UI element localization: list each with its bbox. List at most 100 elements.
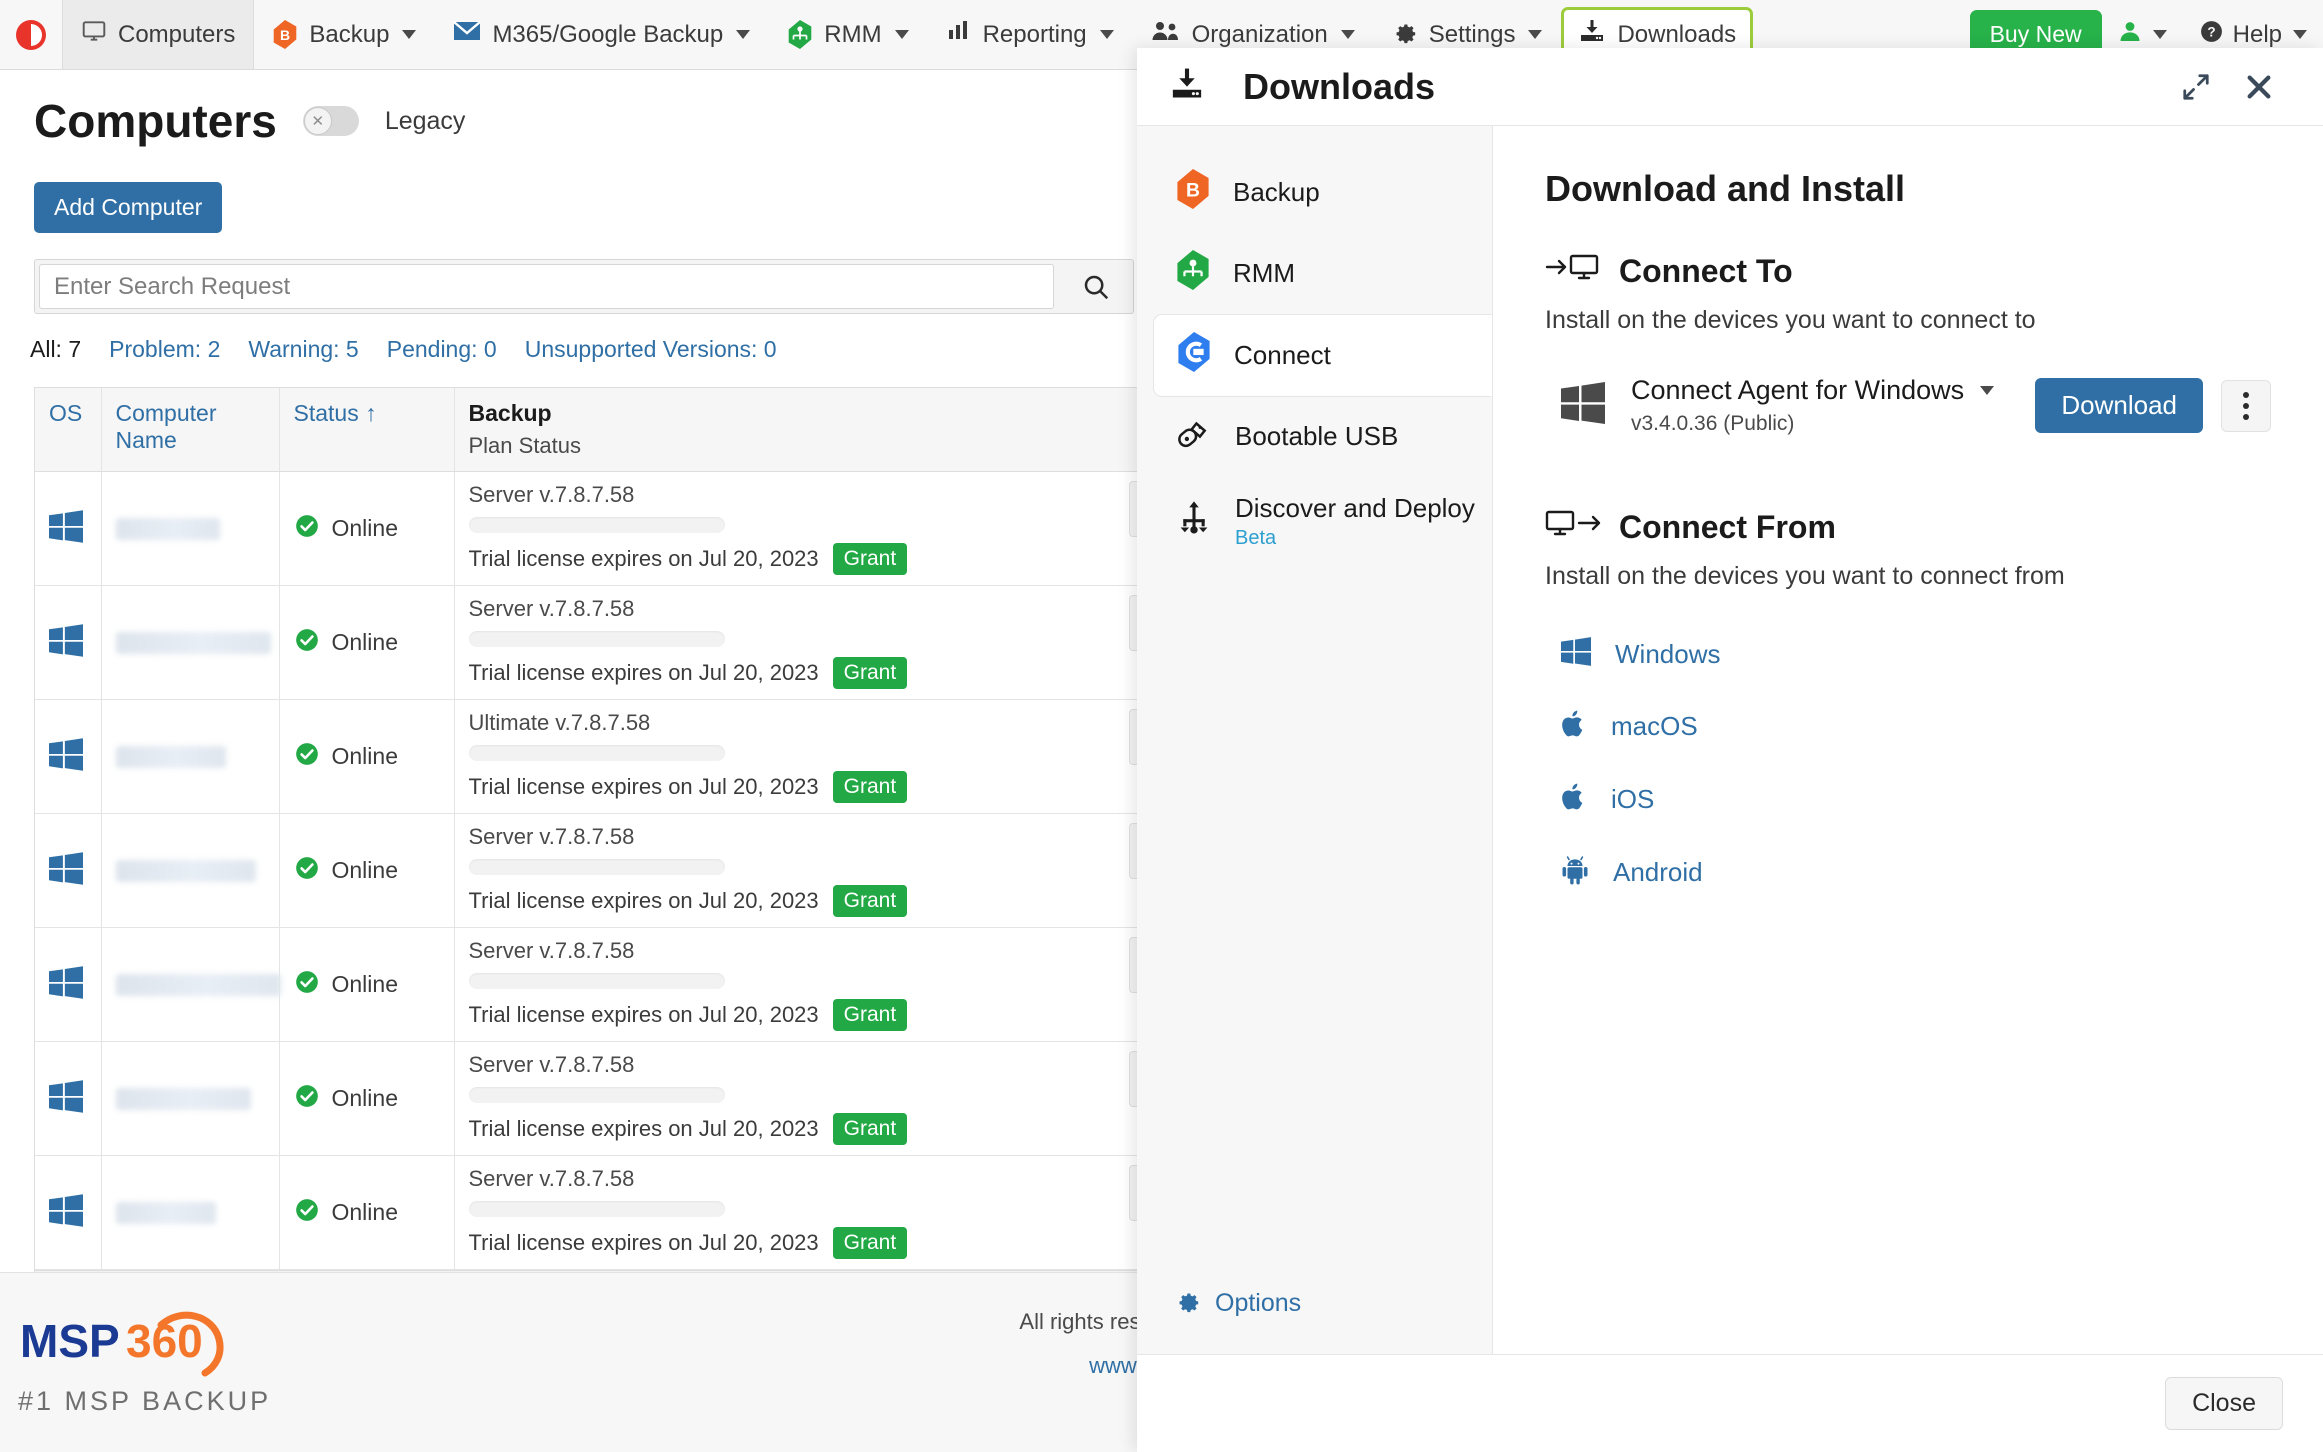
connect-agent-version: v3.4.0.36 (Public) [1631, 412, 1795, 435]
grant-button[interactable]: Grant [832, 885, 908, 917]
status-label: Online [331, 743, 398, 769]
table-row[interactable]: Online Server v.7.8.7.58 Trial license exp… [35, 1155, 1151, 1270]
svg-text:B: B [1186, 181, 1200, 202]
computer-name-redacted [115, 631, 271, 654]
table-row[interactable]: Online Server v.7.8.7.58 Trial license exp… [35, 1041, 1151, 1156]
cell-computer-name[interactable] [101, 699, 280, 814]
cell-os [35, 699, 102, 814]
apple-icon [1561, 782, 1587, 817]
search-icon[interactable] [1058, 260, 1133, 313]
close-icon[interactable] [2227, 71, 2291, 103]
nav-item-computers[interactable]: Computers [62, 0, 255, 69]
column-header-os[interactable]: OS [35, 388, 102, 472]
status-label: Online [331, 857, 398, 883]
column-label: OS [49, 400, 83, 426]
footer-tagline: #1 MSP BACKUP [18, 1385, 272, 1416]
msp360-logo: MSP 360 [16, 1309, 271, 1382]
windows-icon [49, 1079, 83, 1117]
filter-all[interactable]: All: 7 [30, 336, 81, 363]
search-input[interactable]: Enter Search Request [39, 264, 1054, 309]
filter-unsupported-versions[interactable]: Unsupported Versions: 0 [525, 336, 777, 363]
license-expiry-text: Trial license expires on Jul 20, 2023 [468, 774, 819, 799]
table-row[interactable]: Online Ultimate v.7.8.7.58 Trial license e… [35, 699, 1151, 814]
filter-pending[interactable]: Pending: 0 [387, 336, 497, 363]
grant-button[interactable]: Grant [832, 999, 908, 1031]
msp360-mark-icon[interactable] [0, 0, 62, 69]
column-header-computer-name[interactable]: Computer Name [101, 388, 280, 472]
connect-to-description: Install on the devices you want to conne… [1545, 306, 2036, 334]
apple-icon [1561, 709, 1587, 744]
downloads-panel: Downloads B Backup RMM Connect Bootable … [1137, 48, 2323, 1452]
cell-computer-name[interactable] [101, 1155, 280, 1270]
grant-button[interactable]: Grant [832, 1113, 908, 1145]
sidebar-item-label: Discover and Deploy [1235, 493, 1475, 523]
license-expiry-text: Trial license expires on Jul 20, 2023 [468, 888, 819, 913]
downloads-panel-body: B Backup RMM Connect Bootable USB Discov… [1137, 126, 2323, 1354]
legacy-toggle-label: Legacy [384, 106, 466, 135]
close-button[interactable]: Close [2165, 1377, 2283, 1430]
nav-item-reporting[interactable]: Reporting [928, 0, 1133, 69]
kebab-menu-icon[interactable] [2221, 379, 2271, 432]
caret-down-icon[interactable] [1980, 386, 1995, 395]
filter-problem[interactable]: Problem: 2 [109, 336, 220, 363]
add-computer-button[interactable]: Add Computer [34, 182, 223, 233]
legacy-toggle[interactable]: ✕ [302, 106, 359, 136]
sidebar-item-rmm[interactable]: RMM [1137, 233, 1492, 314]
nav-label: Downloads [1617, 20, 1737, 48]
grant-button[interactable]: Grant [832, 657, 908, 689]
cell-os [35, 813, 102, 928]
downloads-options-link[interactable]: Options [1137, 1261, 1492, 1354]
column-header-status[interactable]: Status ↑ [279, 388, 455, 472]
sidebar-item-label: RMM [1233, 258, 1296, 288]
backup-progress-bar [468, 517, 725, 533]
nav-item-backup[interactable]: B Backup [254, 0, 435, 69]
nav-item-rmm[interactable]: RMM [769, 0, 927, 69]
sidebar-item-connect[interactable]: Connect [1153, 314, 1492, 397]
chevron-down-icon [1340, 30, 1355, 39]
cell-backup: Server v.7.8.7.58 Trial license expires o… [454, 1041, 1151, 1156]
chevron-down-icon [2152, 30, 2167, 39]
filter-warning[interactable]: Warning: 5 [248, 336, 358, 363]
grant-button[interactable]: Grant [832, 543, 908, 575]
monitor-to-arrow-icon [1545, 506, 1607, 548]
expand-diagonal-icon[interactable] [2165, 72, 2227, 102]
platform-label: Windows [1615, 638, 1721, 669]
license-expiry-text: Trial license expires on Jul 20, 2023 [468, 1002, 819, 1027]
rmm-hex-icon [1175, 250, 1211, 297]
grant-button[interactable]: Grant [832, 1227, 908, 1259]
connect-from-label: Connect From [1619, 508, 1836, 545]
cell-computer-name[interactable] [101, 927, 281, 1042]
cell-computer-name[interactable] [101, 1041, 280, 1156]
footer-site-link[interactable]: www.m [860, 1353, 1160, 1379]
cell-status: Online [279, 1041, 455, 1156]
platform-link-windows[interactable]: Windows [1561, 637, 2271, 671]
connect-agent-name-row[interactable]: Connect Agent for Windows [1631, 375, 1995, 406]
table-row[interactable]: Online Server v.7.8.7.58 Trial license exp… [35, 927, 1151, 1042]
table-row[interactable]: Online Server v.7.8.7.58 Trial license exp… [35, 585, 1151, 700]
grant-button[interactable]: Grant [832, 771, 908, 803]
sidebar-item-bootable-usb[interactable]: Bootable USB [1137, 397, 1492, 476]
download-button[interactable]: Download [2035, 378, 2203, 433]
download-tray-icon [1169, 67, 1205, 106]
sidebar-item-discover-and-deploy[interactable]: Discover and Deploy Beta [1137, 476, 1492, 567]
check-circle-icon [294, 741, 320, 772]
platform-link-ios[interactable]: iOS [1561, 782, 2271, 817]
cell-computer-name[interactable] [101, 585, 280, 700]
cell-os [35, 1155, 102, 1270]
table-row[interactable]: Online Server v.7.8.7.58 Trial license exp… [35, 471, 1151, 586]
platform-link-android[interactable]: Android [1561, 855, 2271, 890]
svg-text:?: ? [2207, 24, 2215, 39]
nav-item-m365-google-backup[interactable]: M365/Google Backup [435, 0, 769, 69]
user-icon [2118, 19, 2142, 50]
check-circle-icon [294, 627, 320, 658]
chevron-down-icon [1528, 30, 1543, 39]
table-row[interactable]: Online Server v.7.8.7.58 Trial license exp… [35, 813, 1151, 928]
platform-link-macos[interactable]: macOS [1561, 709, 2271, 744]
connect-to-label: Connect To [1619, 252, 1793, 289]
column-header-backup[interactable]: Backup Plan Status [454, 388, 1138, 472]
computer-name-redacted [115, 859, 256, 882]
cell-backup: Server v.7.8.7.58 Trial license expires o… [454, 585, 1151, 700]
cell-computer-name[interactable] [101, 813, 280, 928]
sidebar-item-backup[interactable]: B Backup [1137, 152, 1492, 233]
cell-computer-name[interactable] [101, 471, 280, 586]
